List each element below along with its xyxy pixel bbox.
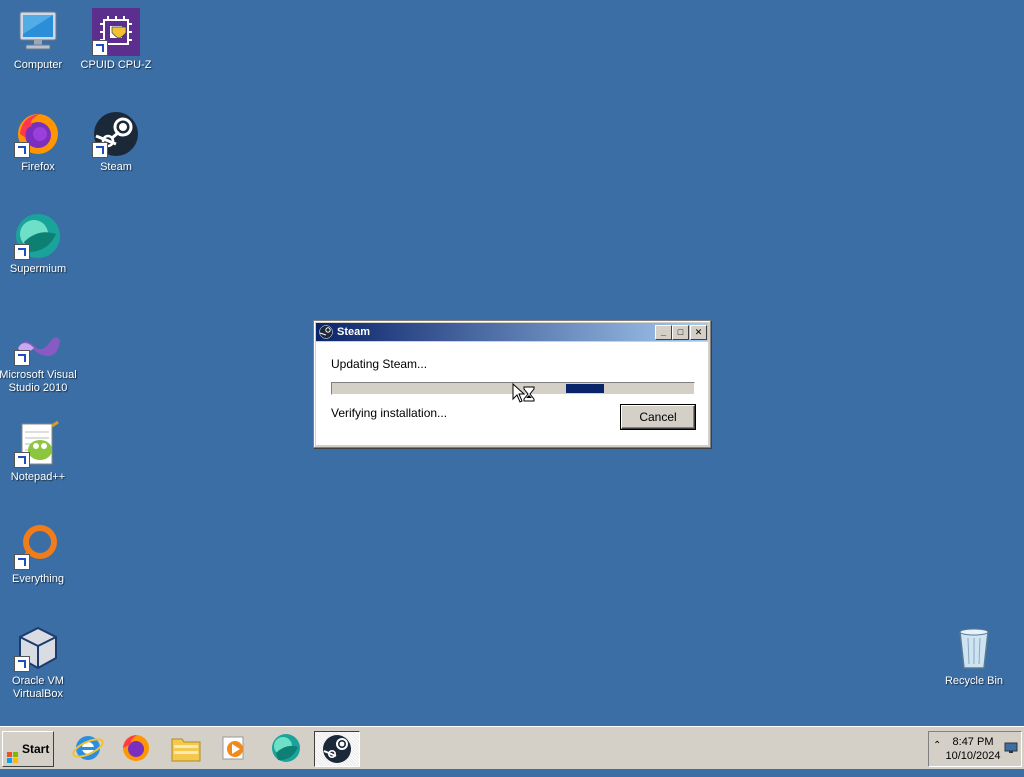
show-hidden-icons-icon[interactable]: ⌃ bbox=[933, 740, 941, 751]
taskbar-media-player[interactable] bbox=[212, 731, 256, 765]
dialog-title: Steam bbox=[337, 326, 371, 338]
dialog-titlebar[interactable]: Steam _ □ ✕ bbox=[316, 323, 708, 341]
desktop-icon-label: Microsoft Visual Studio 2010 bbox=[0, 369, 77, 394]
recycle-bin-icon bbox=[950, 624, 998, 672]
desktop-icon-supermium[interactable]: Supermium bbox=[0, 212, 78, 276]
clock-time: 8:47 PM bbox=[952, 736, 994, 748]
desktop-icon-recycle-bin[interactable]: Recycle Bin bbox=[934, 624, 1014, 688]
desktop-icon-label: Steam bbox=[100, 161, 132, 173]
taskbar: Start ⌃ 8:47 PM 10/10/2024 bbox=[0, 726, 1024, 769]
supermium-icon bbox=[14, 212, 62, 260]
update-status-text: Updating Steam... bbox=[331, 357, 428, 371]
steam-icon bbox=[92, 110, 140, 158]
steam-icon bbox=[319, 325, 333, 339]
taskbar-supermium[interactable] bbox=[264, 731, 308, 765]
virtualbox-icon bbox=[14, 624, 62, 672]
verify-status-text: Verifying installation... bbox=[331, 406, 448, 420]
clock-date: 10/10/2024 bbox=[945, 750, 1001, 762]
start-button[interactable]: Start bbox=[2, 731, 54, 767]
close-button[interactable]: ✕ bbox=[690, 325, 707, 340]
desktop-icon-virtualbox[interactable]: Oracle VM VirtualBox bbox=[0, 624, 78, 701]
media-player-icon bbox=[222, 736, 244, 760]
busy-cursor-icon bbox=[512, 382, 536, 405]
maximize-icon: □ bbox=[677, 327, 684, 337]
desktop-icon-label: Oracle VM VirtualBox bbox=[12, 675, 64, 700]
start-label: Start bbox=[22, 742, 50, 756]
desktop-icon-steam[interactable]: Steam bbox=[76, 110, 156, 174]
file-explorer-icon bbox=[171, 738, 201, 762]
clock[interactable]: 8:47 PM 10/10/2024 bbox=[943, 735, 1003, 763]
firefox-icon bbox=[123, 735, 149, 761]
desktop-icon-label: Notepad++ bbox=[10, 471, 66, 483]
shortcut-arrow-icon bbox=[92, 142, 108, 158]
taskbar-internet-explorer[interactable] bbox=[66, 731, 110, 765]
desktop-icon-label: Computer bbox=[13, 59, 63, 71]
computer-icon bbox=[14, 8, 62, 56]
show-desktop-icon[interactable] bbox=[1004, 742, 1018, 754]
taskbar-file-explorer[interactable] bbox=[164, 731, 208, 765]
desktop-icon-label: Firefox bbox=[21, 161, 55, 173]
windows-logo-icon bbox=[7, 743, 19, 763]
everything-icon bbox=[14, 522, 62, 570]
supermium-icon bbox=[272, 734, 300, 762]
shortcut-arrow-icon bbox=[14, 656, 30, 672]
shortcut-arrow-icon bbox=[92, 40, 108, 56]
close-icon: ✕ bbox=[694, 327, 703, 337]
notepadpp-icon bbox=[14, 420, 62, 468]
desktop-icon-label: Everything bbox=[12, 573, 64, 585]
cancel-button[interactable]: Cancel bbox=[621, 405, 695, 429]
taskbar-steam[interactable] bbox=[314, 731, 360, 767]
shortcut-arrow-icon bbox=[14, 350, 30, 366]
internet-explorer-icon bbox=[72, 736, 104, 760]
desktop: Computer CPUID CPU-Z Firefox Steam Super… bbox=[0, 0, 1024, 726]
firefox-icon bbox=[14, 110, 62, 158]
cpuz-icon bbox=[92, 8, 140, 56]
minimize-icon: _ bbox=[660, 327, 666, 337]
desktop-icon-label: CPUID CPU-Z bbox=[80, 59, 152, 71]
desktop-icon-label: Recycle Bin bbox=[944, 675, 1004, 687]
desktop-icon-computer[interactable]: Computer bbox=[0, 8, 78, 72]
desktop-icon-visual-studio[interactable]: Microsoft Visual Studio 2010 bbox=[0, 326, 78, 395]
desktop-icon-firefox[interactable]: Firefox bbox=[0, 110, 78, 174]
shortcut-arrow-icon bbox=[14, 554, 30, 570]
shortcut-arrow-icon bbox=[14, 452, 30, 468]
taskbar-firefox[interactable] bbox=[114, 731, 158, 765]
visual-studio-icon bbox=[14, 326, 62, 366]
desktop-icon-label: Supermium bbox=[9, 263, 67, 275]
desktop-icon-cpuz[interactable]: CPUID CPU-Z bbox=[76, 8, 156, 72]
steam-icon bbox=[323, 735, 351, 763]
system-tray: ⌃ 8:47 PM 10/10/2024 bbox=[928, 731, 1022, 767]
shortcut-arrow-icon bbox=[14, 244, 30, 260]
shortcut-arrow-icon bbox=[14, 142, 30, 158]
minimize-button[interactable]: _ bbox=[655, 325, 672, 340]
maximize-button[interactable]: □ bbox=[672, 325, 689, 340]
desktop-icon-notepadpp[interactable]: Notepad++ bbox=[0, 420, 78, 484]
progress-marquee bbox=[566, 384, 604, 393]
desktop-icon-everything[interactable]: Everything bbox=[0, 522, 78, 586]
